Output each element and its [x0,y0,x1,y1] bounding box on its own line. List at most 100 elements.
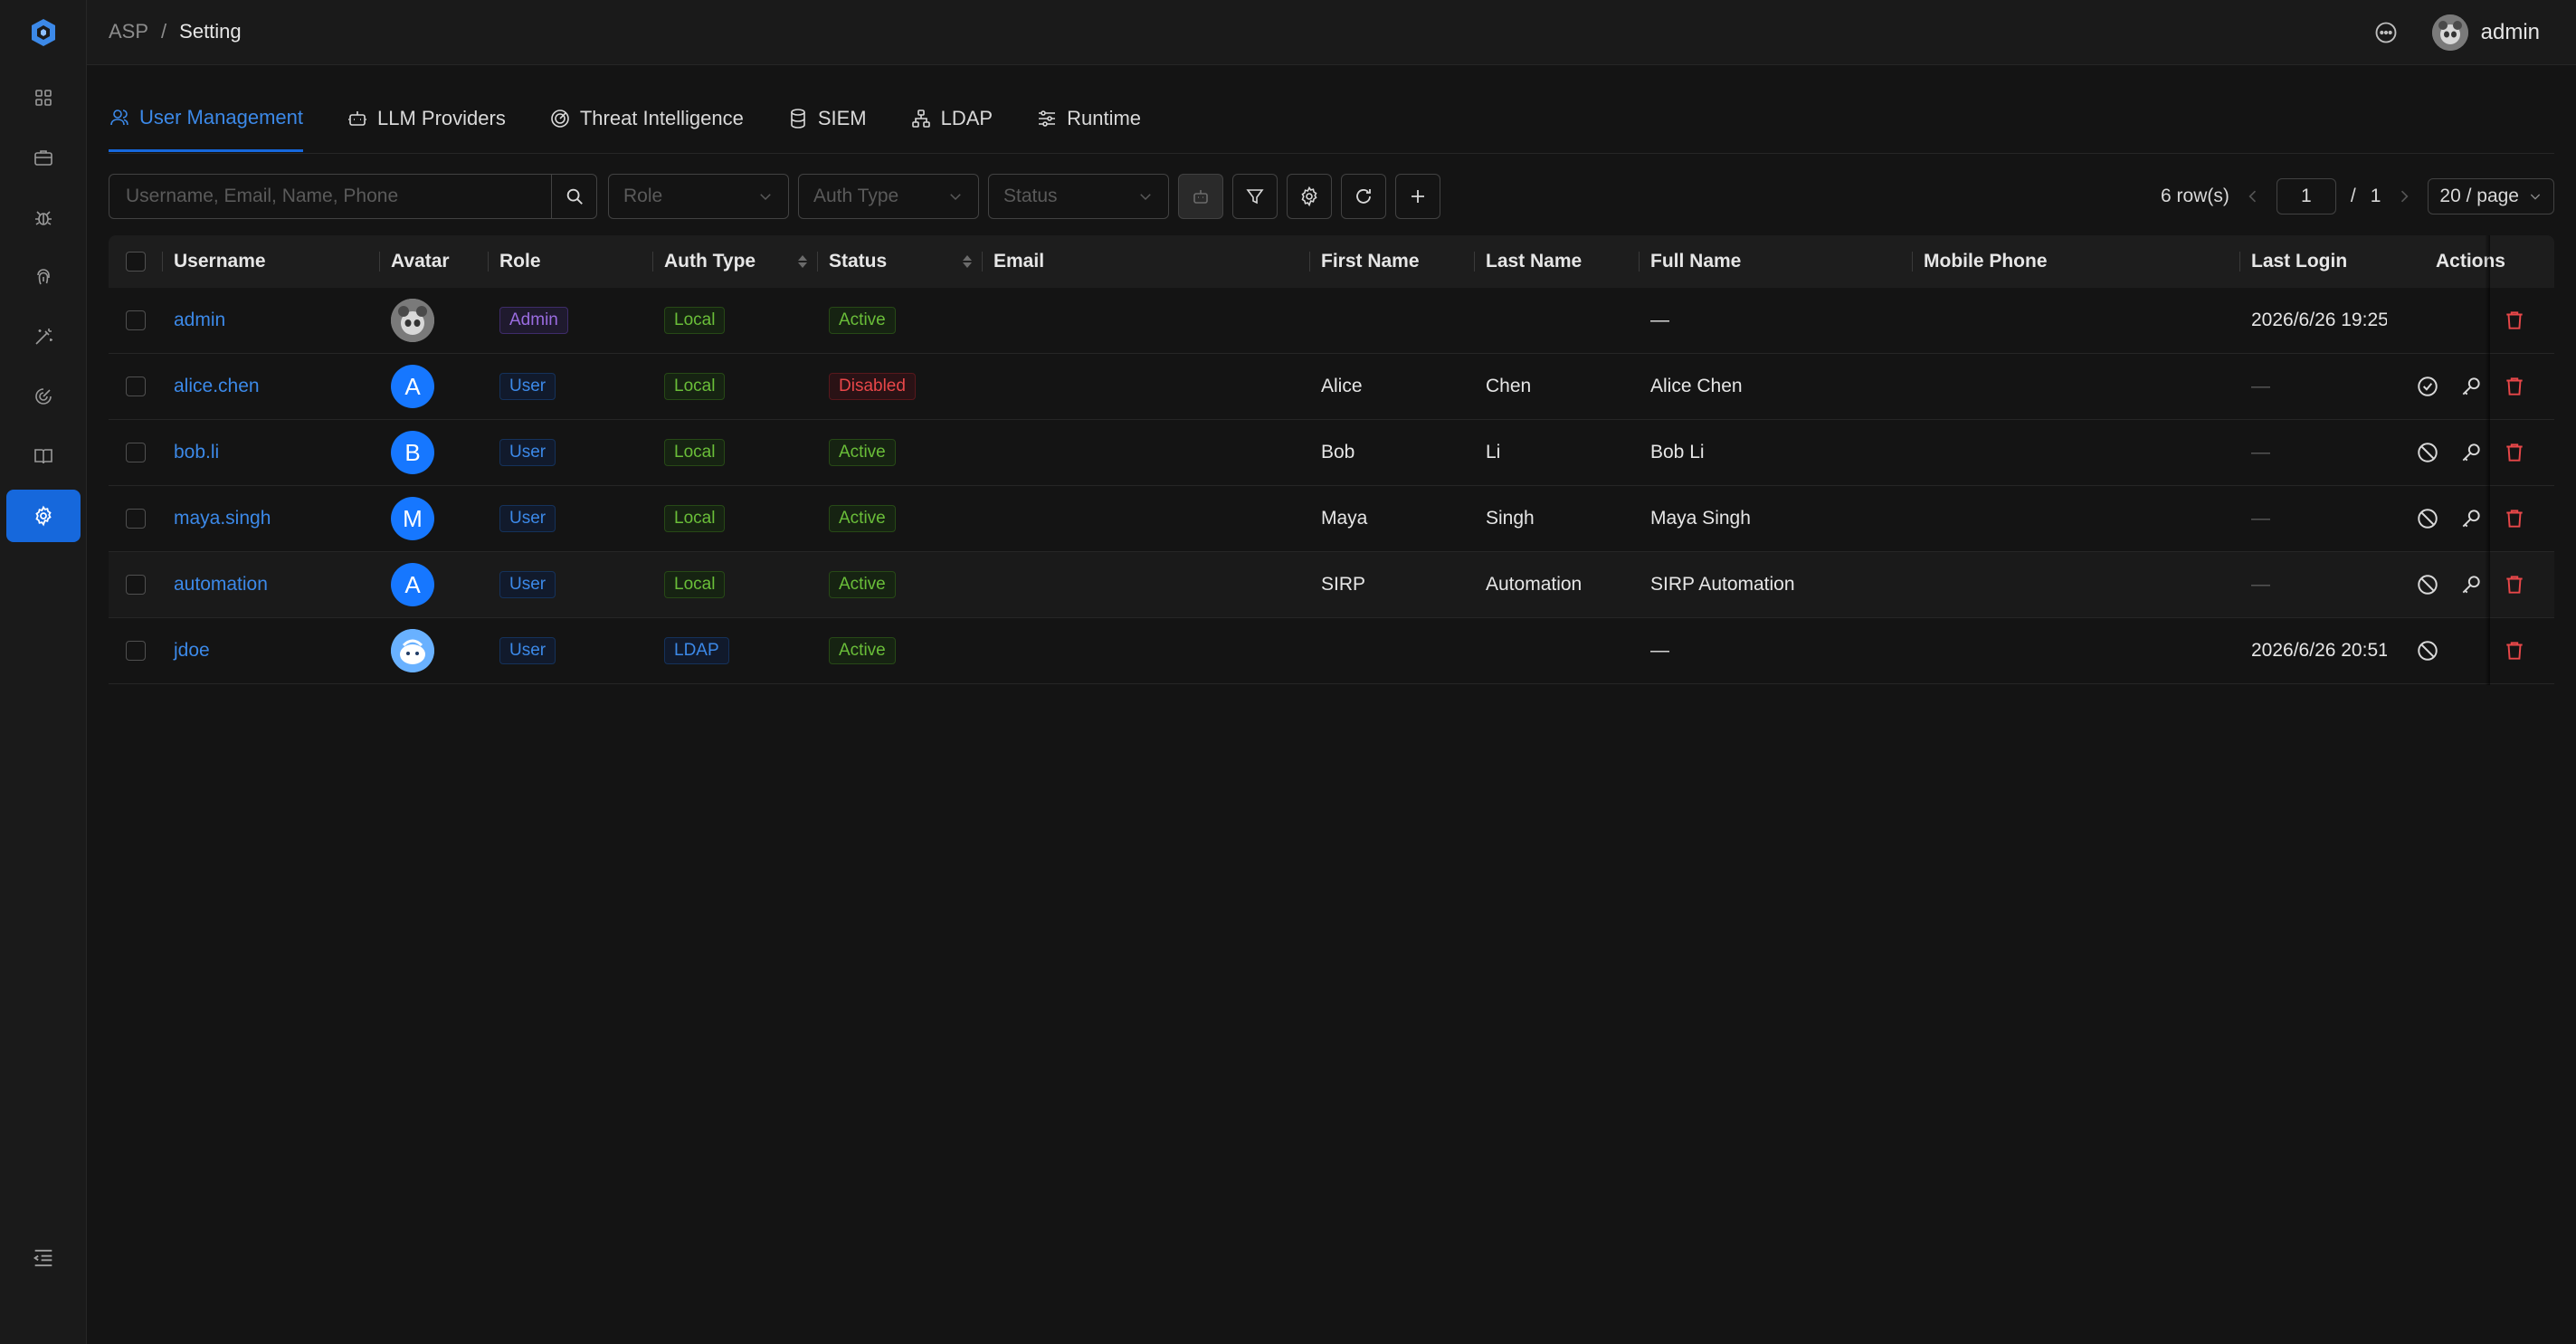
nav-threats[interactable] [6,370,81,423]
disable-icon[interactable] [2416,507,2439,530]
username-link[interactable]: admin [174,310,225,331]
table-row: maya.singh M User Local Active Maya Sing… [109,486,2554,552]
row-count: 6 row(s) [2161,186,2229,206]
delete-icon[interactable] [2503,375,2526,398]
batch-action-button[interactable] [1178,174,1223,219]
tab-siem[interactable]: SIEM [787,89,867,152]
username-link[interactable]: maya.singh [174,508,271,529]
nav-dashboard[interactable] [6,71,81,124]
avatar [2431,14,2468,51]
delete-icon[interactable] [2503,639,2526,662]
nav-identity[interactable] [6,251,81,303]
sort-icon[interactable] [798,255,807,268]
mobile-cell [1913,486,2240,551]
delete-icon[interactable] [2503,441,2526,464]
row-actions [2387,618,2554,683]
col-username[interactable]: Username [163,235,380,288]
disable-icon[interactable] [2416,573,2439,596]
reset-password-icon[interactable] [2459,441,2483,464]
sidebar-collapse-icon[interactable] [31,1245,56,1271]
username-link[interactable]: alice.chen [174,376,260,397]
last-login-cell: 2026/6/26 20:51 [2251,640,2387,661]
plus-icon [1412,190,1424,203]
row-checkbox[interactable] [126,575,146,595]
tab-user-management[interactable]: User Management [109,89,303,152]
book-icon [34,449,52,464]
tab-llm-providers[interactable]: LLM Providers [347,89,506,152]
reset-password-icon[interactable] [2459,375,2483,398]
column-settings-button[interactable] [1287,174,1332,219]
avatar: B [391,431,434,474]
nav-automation[interactable] [6,310,81,363]
auth-type-badge: Local [664,439,726,466]
reset-password-icon[interactable] [2459,507,2483,530]
row-checkbox[interactable] [126,641,146,661]
search-button[interactable] [551,175,596,218]
nav-cases[interactable] [6,131,81,184]
row-checkbox[interactable] [126,509,146,529]
col-auth-type-label: Auth Type [664,251,756,272]
nav-alerts[interactable] [6,191,81,243]
role-badge: User [499,439,556,466]
user-menu[interactable]: admin [2431,14,2540,51]
add-user-button[interactable] [1395,174,1440,219]
breadcrumb-root[interactable]: ASP [109,20,148,43]
last-login-cell: — [2251,442,2270,462]
row-checkbox[interactable] [126,310,146,330]
username-link[interactable]: automation [174,574,268,596]
filter-button[interactable] [1232,174,1278,219]
tab-ldap[interactable]: LDAP [910,89,993,152]
tab-label: Runtime [1067,107,1142,129]
first-name-cell: Bob [1321,442,1355,462]
delete-icon[interactable] [2503,309,2526,332]
app-logo-icon[interactable] [27,16,60,49]
chevron-left-icon[interactable] [2244,187,2262,205]
table-row: bob.li B User Local Active Bob Li Bob Li… [109,420,2554,486]
status-select[interactable]: Status [988,174,1169,219]
enable-icon[interactable] [2416,375,2439,398]
row-select-cell [109,288,163,353]
search-input[interactable] [109,175,551,218]
avatar [391,299,434,342]
disable-icon[interactable] [2416,639,2439,662]
auth-type-select[interactable]: Auth Type [798,174,979,219]
full-name-cell: Maya Singh [1650,508,1751,529]
role-select[interactable]: Role [608,174,789,219]
col-status[interactable]: Status [818,235,983,288]
database-icon [791,109,805,129]
email-cell [983,552,1310,617]
row-select-cell [109,354,163,419]
col-auth-type[interactable]: Auth Type [653,235,818,288]
last-login-cell: — [2251,508,2270,529]
status-badge: Active [829,439,896,466]
nav-settings[interactable] [6,490,81,542]
delete-icon[interactable] [2503,573,2526,596]
col-full-name: Full Name [1640,235,1913,288]
reset-password-icon[interactable] [2459,573,2483,596]
row-checkbox[interactable] [126,443,146,462]
disable-icon[interactable] [2416,441,2439,464]
email-cell [983,618,1310,683]
page-size-select[interactable]: 20 / page [2428,178,2554,214]
tab-threat-intelligence[interactable]: Threat Intelligence [549,89,744,152]
email-cell [983,288,1310,353]
top-header: ASP / Setting admin [87,0,2576,65]
role-badge: User [499,373,556,400]
tab-runtime[interactable]: Runtime [1036,89,1141,152]
username-link[interactable]: jdoe [174,640,210,662]
page-number-input[interactable]: 1 [2276,178,2336,214]
nav-knowledge[interactable] [6,430,81,482]
username-link[interactable]: bob.li [174,442,219,463]
row-actions [2387,420,2554,485]
delete-icon[interactable] [2503,507,2526,530]
bug-icon [35,211,52,225]
sort-icon[interactable] [963,255,972,268]
select-all-cell [109,235,163,288]
chevron-right-icon[interactable] [2395,187,2413,205]
status-select-placeholder: Status [1003,186,1058,206]
chat-icon[interactable] [2373,20,2399,45]
select-all-checkbox[interactable] [126,252,146,272]
refresh-button[interactable] [1341,174,1386,219]
tab-label: User Management [139,105,303,129]
row-checkbox[interactable] [126,377,146,396]
